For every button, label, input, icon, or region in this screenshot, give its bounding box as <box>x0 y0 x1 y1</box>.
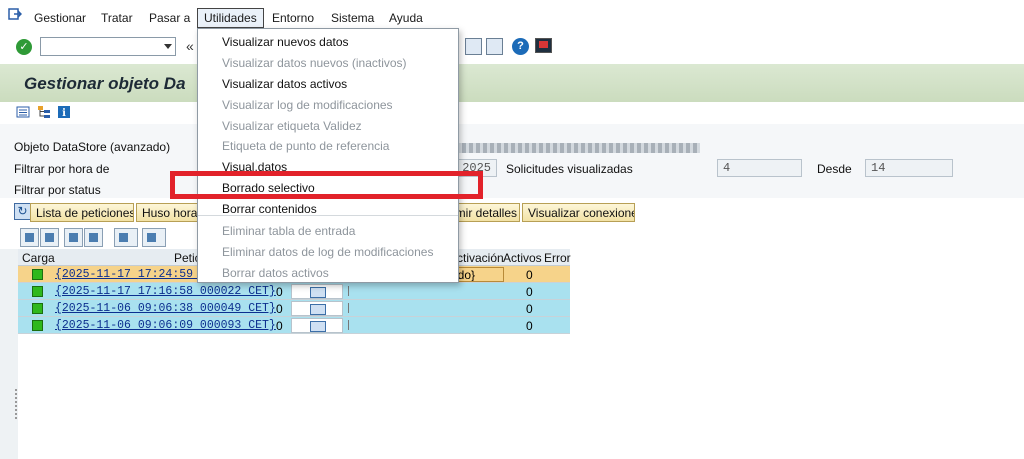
highlight-box <box>170 171 483 199</box>
solicitudes-label: Solicitudes visualizadas <box>506 162 633 176</box>
status-green-icon <box>32 320 43 331</box>
request-link[interactable]: {2025-11-17 17:24:59 000 <box>55 268 221 281</box>
sum-icon[interactable] <box>114 228 138 247</box>
count-value: 0 <box>276 302 283 316</box>
table-row[interactable]: {2025-11-06 09:06:09 000093 CET} 0 0 <box>18 317 570 334</box>
request-link[interactable]: {2025-11-17 17:16:58 000022 CET} <box>55 285 276 298</box>
desde-label: Desde <box>817 162 852 176</box>
menu-item-eliminar-datos-log: Eliminar datos de log de modificaciones <box>222 245 434 259</box>
menu-item-visualizar-datos-nuevos-inactivos: Visualizar datos nuevos (inactivos) <box>222 56 407 70</box>
huso-horario-button[interactable]: Huso horari <box>136 203 198 222</box>
menu-divider <box>198 215 458 216</box>
menu-sistema[interactable]: Sistema <box>329 11 376 25</box>
table-row[interactable]: {2025-11-17 17:16:58 000022 CET} 0 0 <box>18 283 570 300</box>
status-green-icon <box>32 286 43 297</box>
filtrar-hora-label: Filtrar por hora de <box>14 162 110 176</box>
request-button-row: ↻ Lista de peticiones ◂ Huso horari imir… <box>0 199 1024 225</box>
left-gutter <box>0 249 18 459</box>
list-icon[interactable] <box>16 105 30 119</box>
menu-item-eliminar-tabla-entrada: Eliminar tabla de entrada <box>222 224 356 238</box>
application-toolbar: i <box>0 102 1024 124</box>
activos-value: 0 <box>526 319 533 333</box>
status-green-icon <box>32 303 43 314</box>
find-next-icon[interactable] <box>84 228 103 247</box>
menu-item-borrar-datos-activos: Borrar datos activos <box>222 266 329 280</box>
monitor-icon[interactable] <box>291 284 343 299</box>
help-icon[interactable]: ? <box>512 38 529 55</box>
col-activacion[interactable]: ctivación <box>457 251 504 265</box>
exit-app-icon[interactable] <box>8 8 22 20</box>
menu-bar: Gestionar Tratar Pasar a Utilidades Ento… <box>0 0 1024 34</box>
menu-item-visualizar-log-modificaciones: Visualizar log de modificaciones <box>222 98 393 112</box>
status-green-icon <box>32 269 43 280</box>
column-separator <box>348 286 349 296</box>
activos-value: 0 <box>526 268 533 282</box>
menu-tratar[interactable]: Tratar <box>99 11 135 25</box>
customize-layout-icon[interactable] <box>535 38 552 53</box>
col-carga[interactable]: Carga <box>22 251 55 265</box>
monitor-icon[interactable] <box>291 318 343 333</box>
chevron-down-icon[interactable] <box>164 44 172 49</box>
column-separator <box>348 303 349 313</box>
svg-text:i: i <box>62 108 66 119</box>
activos-value: 0 <box>526 302 533 316</box>
objeto-datastore-label: Objeto DataStore (avanzado) <box>14 140 171 154</box>
command-field[interactable] <box>40 37 176 56</box>
hierarchy-icon[interactable] <box>37 105 51 119</box>
export-icon[interactable] <box>142 228 166 247</box>
imprimir-detalles-button[interactable]: imir detalles <box>450 203 520 222</box>
page-title: Gestionar objeto Da <box>24 74 186 93</box>
info-icon[interactable]: i <box>57 105 71 119</box>
sort-ascending-icon[interactable] <box>20 228 39 247</box>
monitor-icon[interactable] <box>291 301 343 316</box>
request-link[interactable]: {2025-11-06 09:06:09 000093 CET} <box>55 319 276 332</box>
visualizar-conexiones-button[interactable]: Visualizar conexiones <box>522 203 635 222</box>
find-icon[interactable] <box>64 228 83 247</box>
shortcut-icon[interactable] <box>486 38 503 55</box>
menu-ayuda[interactable]: Ayuda <box>387 11 425 25</box>
title-bar: Gestionar objeto Da <box>0 64 1024 102</box>
refresh-icon[interactable]: ↻ <box>14 203 31 220</box>
table-row[interactable]: {2025-11-06 09:06:38 000049 CET} 0 0 <box>18 300 570 317</box>
menu-item-borrar-contenidos[interactable]: Borrar contenidos <box>222 202 317 216</box>
desde-field[interactable]: 14 <box>865 159 953 177</box>
menu-item-etiqueta-punto-referencia: Etiqueta de punto de referencia <box>222 139 390 153</box>
menu-item-visualizar-etiqueta-validez: Visualizar etiqueta Validez <box>222 119 362 133</box>
utilidades-dropdown: Visualizar nuevos datos Visualizar datos… <box>197 28 459 283</box>
col-error[interactable]: Error <box>544 251 571 265</box>
enter-check-icon[interactable]: ✓ <box>16 39 32 55</box>
menu-entorno[interactable]: Entorno <box>270 11 316 25</box>
lista-peticiones-button[interactable]: Lista de peticiones ◂ <box>30 203 134 222</box>
menu-utilidades[interactable]: Utilidades <box>197 8 264 28</box>
menu-item-visualizar-datos-activos[interactable]: Visualizar datos activos <box>222 77 347 91</box>
filtrar-status-label: Filtrar por status <box>14 183 101 197</box>
filter-icon[interactable] <box>40 228 59 247</box>
column-separator <box>348 320 349 330</box>
solicitudes-field[interactable]: 4 <box>717 159 802 177</box>
collapse-arrows-icon[interactable]: « <box>186 38 194 54</box>
standard-toolbar: ✓ « ? <box>0 34 1024 60</box>
col-activos[interactable]: Activos <box>503 251 542 265</box>
count-value: 0 <box>276 319 283 333</box>
request-link[interactable]: {2025-11-06 09:06:38 000049 CET} <box>55 302 276 315</box>
menu-item-visualizar-nuevos-datos[interactable]: Visualizar nuevos datos <box>222 35 349 49</box>
selection-form: Objeto DataStore (avanzado) Filtrar por … <box>0 124 1024 198</box>
redacted-object-name <box>455 143 700 153</box>
count-value: 0 <box>276 285 283 299</box>
menu-pasar-a[interactable]: Pasar a <box>147 11 192 25</box>
activos-value: 0 <box>526 285 533 299</box>
menu-gestionar[interactable]: Gestionar <box>32 11 88 25</box>
create-session-icon[interactable] <box>465 38 482 55</box>
alv-toolbar <box>18 227 1024 249</box>
